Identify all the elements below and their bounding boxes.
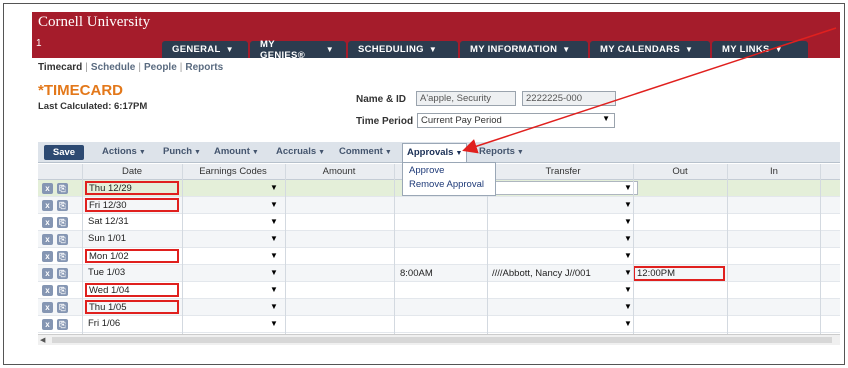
approvals-dropdown: Approve Remove Approval [402, 162, 496, 196]
arrow-line [462, 27, 837, 154]
approve-menu-item[interactable]: Approve [403, 163, 495, 177]
remove-approval-menu-item[interactable]: Remove Approval [403, 177, 495, 191]
